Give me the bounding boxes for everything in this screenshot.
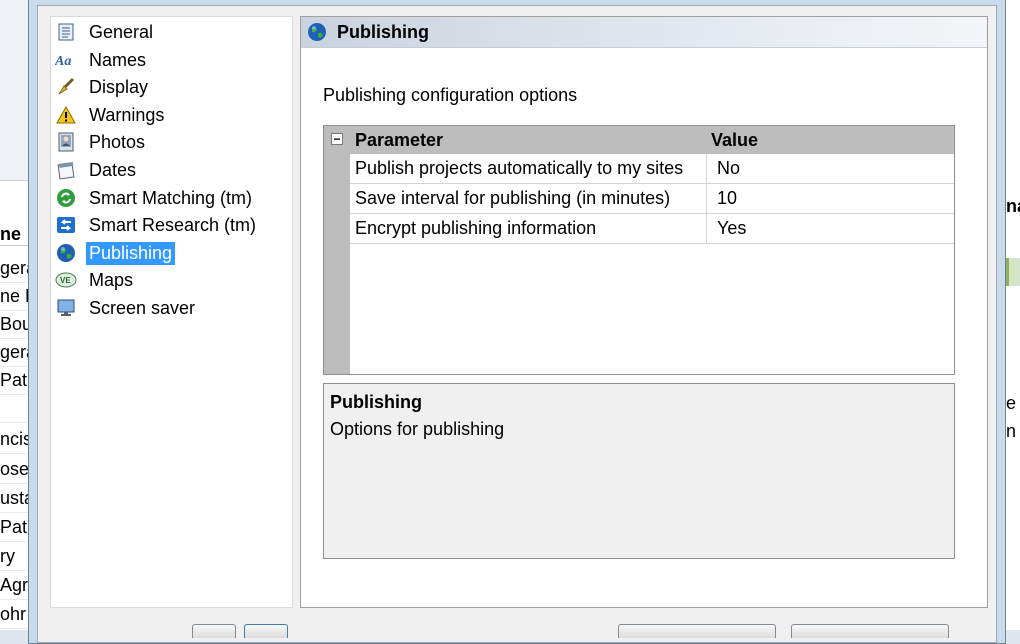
grid-row-encrypt[interactable]: Encrypt publishing information Yes xyxy=(350,214,954,244)
nav-item-smart-research[interactable]: Smart Research (tm) xyxy=(55,212,259,238)
nav-item-warnings[interactable]: Warnings xyxy=(55,102,167,128)
nav-item-smart-matching[interactable]: Smart Matching (tm) xyxy=(55,185,255,211)
options-dialog: General Aa Names Display Warnings Photos… xyxy=(28,0,1006,644)
smart-research-icon xyxy=(55,214,77,236)
dialog-button[interactable] xyxy=(244,624,288,638)
dialog-body: General Aa Names Display Warnings Photos… xyxy=(37,5,997,643)
settings-panel: Publishing Publishing configuration opti… xyxy=(300,16,988,608)
nav-item-screen-saver[interactable]: Screen saver xyxy=(55,295,198,321)
svg-text:VE: VE xyxy=(60,276,71,285)
grid-row-save-interval[interactable]: Save interval for publishing (in minutes… xyxy=(350,184,954,214)
help-text: Options for publishing xyxy=(330,419,505,439)
nav-item-names[interactable]: Aa Names xyxy=(55,47,149,73)
general-icon xyxy=(55,21,77,43)
background-highlight xyxy=(1006,258,1020,286)
background-text: na xyxy=(1006,196,1020,216)
display-brush-icon xyxy=(55,76,77,98)
nav-item-label: General xyxy=(89,21,154,42)
background-app-right: na e n xyxy=(1004,0,1020,630)
panel-header: Publishing xyxy=(301,17,987,48)
nav-item-label: Names xyxy=(89,49,147,70)
nav-item-label: Maps xyxy=(89,269,134,290)
nav-item-label: Publishing xyxy=(86,241,176,265)
grid-header: − Parameter Value xyxy=(324,126,954,154)
grid-cell-value[interactable]: No xyxy=(708,154,954,183)
nav-item-label: Smart Research (tm) xyxy=(89,214,257,235)
nav-item-general[interactable]: General xyxy=(55,19,156,45)
globe-icon xyxy=(55,242,77,264)
grid-margin xyxy=(324,126,350,374)
nav-item-display[interactable]: Display xyxy=(55,74,151,100)
dialog-button[interactable] xyxy=(618,624,776,638)
names-icon: Aa xyxy=(55,49,77,71)
nav-item-label: Photos xyxy=(89,131,146,152)
grid-cell-value[interactable]: 10 xyxy=(708,184,954,213)
grid-row-publish-auto[interactable]: Publish projects automatically to my sit… xyxy=(350,154,954,184)
globe-icon xyxy=(307,21,329,43)
panel-description: Publishing configuration options xyxy=(323,85,578,105)
dialog-button[interactable] xyxy=(192,624,236,638)
photo-icon xyxy=(55,131,77,153)
property-grid: − Parameter Value Publish projects autom… xyxy=(323,125,955,375)
grid-cell-parameter: Publish projects automatically to my sit… xyxy=(350,154,707,183)
background-text: n xyxy=(1006,421,1017,441)
monitor-icon xyxy=(55,297,77,319)
nav-item-label: Display xyxy=(89,76,149,97)
panel-title: Publishing xyxy=(337,21,429,42)
help-box: Publishing Options for publishing xyxy=(323,383,955,559)
grid-cell-value[interactable]: Yes xyxy=(708,214,954,243)
map-icon: VE xyxy=(55,269,77,291)
smart-matching-icon xyxy=(55,187,77,209)
nav-item-label: Screen saver xyxy=(89,297,196,318)
grid-cell-parameter: Save interval for publishing (in minutes… xyxy=(350,184,707,213)
dialog-button[interactable] xyxy=(791,624,949,638)
help-title: Publishing xyxy=(330,392,422,412)
warning-icon xyxy=(55,104,77,126)
column-header-value: Value xyxy=(711,130,759,150)
nav-item-label: Dates xyxy=(89,159,137,180)
nav-item-photos[interactable]: Photos xyxy=(55,129,148,155)
svg-text:Aa: Aa xyxy=(55,54,71,69)
background-text: e xyxy=(1006,393,1017,413)
column-header-parameter: Parameter xyxy=(355,130,444,150)
nav-item-label: Warnings xyxy=(89,104,165,125)
collapse-toggle-icon[interactable]: − xyxy=(331,133,343,145)
options-nav: General Aa Names Display Warnings Photos… xyxy=(50,16,293,608)
grid-cell-parameter: Encrypt publishing information xyxy=(350,214,707,243)
nav-item-label: Smart Matching (tm) xyxy=(89,187,253,208)
nav-item-maps[interactable]: VE Maps xyxy=(55,267,136,293)
nav-item-dates[interactable]: Dates xyxy=(55,157,139,183)
nav-item-publishing[interactable]: Publishing xyxy=(55,240,176,266)
calendar-icon xyxy=(55,159,77,181)
